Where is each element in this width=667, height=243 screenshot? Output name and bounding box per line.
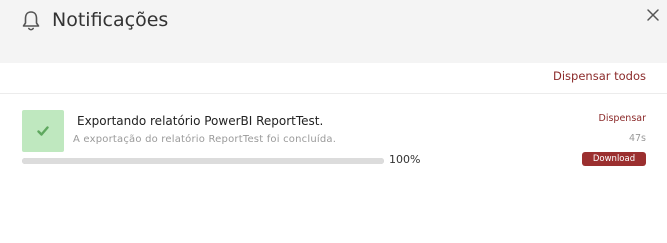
dismiss-button[interactable]: Dispensar	[599, 113, 646, 124]
progress-label: 100%	[389, 153, 421, 166]
close-icon[interactable]	[645, 7, 661, 23]
progress-bar	[22, 158, 384, 164]
close-button[interactable]	[645, 7, 661, 23]
dismiss-all-button[interactable]: Dispensar todos	[553, 69, 646, 83]
divider	[0, 93, 667, 94]
download-button[interactable]: Download	[582, 152, 646, 166]
status-indicator	[22, 110, 64, 152]
notification-title: Exportando relatório PowerBI ReportTest.	[77, 114, 324, 128]
notification-time: 47s	[628, 133, 646, 144]
page-title: Notificações	[52, 9, 169, 31]
notifications-header: Notificações	[0, 0, 667, 63]
check-icon	[37, 126, 49, 136]
bell-icon	[22, 11, 40, 31]
progress-fill	[22, 158, 384, 164]
notification-description: A exportação do relatório ReportTest foi…	[73, 134, 337, 145]
